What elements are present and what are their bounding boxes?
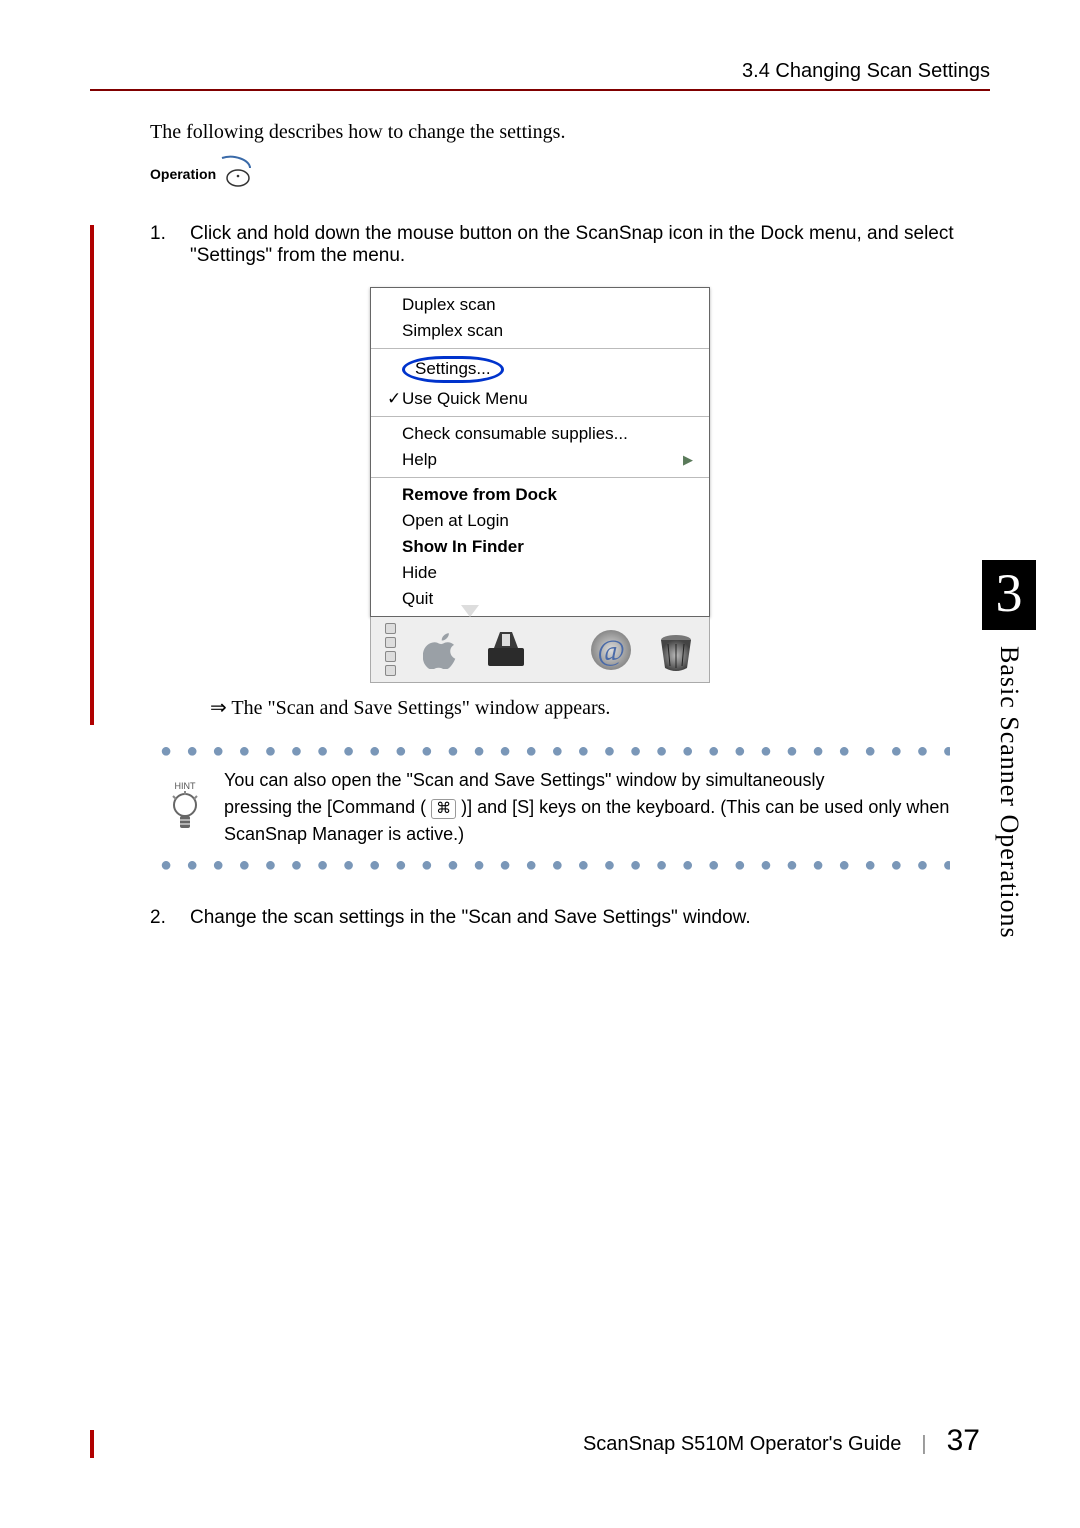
menu-item-hide[interactable]: Hide (371, 560, 709, 586)
intro-text: The following describes how to change th… (150, 121, 990, 144)
at-sign-dock-icon[interactable]: @ (586, 624, 637, 676)
menu-item-quit[interactable]: Quit (371, 586, 709, 612)
section-header: 3.4 Changing Scan Settings (90, 60, 990, 83)
page: 3.4 Changing Scan Settings The following… (0, 0, 1080, 1528)
footer-separator: | (921, 1433, 926, 1456)
dock-row: @ (370, 617, 710, 683)
menu-item-remove-dock[interactable]: Remove from Dock (371, 482, 709, 508)
hint-text: You can also open the "Scan and Save Set… (224, 767, 950, 848)
menu-item-consumable[interactable]: Check consumable supplies... (371, 421, 709, 447)
trash-dock-icon[interactable] (650, 624, 701, 676)
menu-item-help[interactable]: Help ▶ (371, 447, 709, 473)
operation-label: Operation (150, 166, 216, 182)
svg-text:@: @ (597, 634, 625, 667)
apple-logo-icon[interactable] (416, 624, 467, 676)
footer: ScanSnap S510M Operator's Guide | 37 (583, 1424, 980, 1458)
footer-change-bar (90, 1430, 94, 1458)
chapter-number: 3 (982, 560, 1036, 630)
step-2: 2. Change the scan settings in the "Scan… (150, 907, 990, 929)
step-number: 1. (150, 223, 170, 267)
dot-border-top: ●●●●●●●●●●●●●●●●●●●●●●●●●●●●●●●●●● (160, 740, 950, 763)
hint-bulb-icon: HINT (160, 767, 210, 848)
side-tab: 3 Basic Scanner Operations (982, 560, 1036, 939)
command-key-icon: ⌘ (431, 799, 456, 819)
menu-item-open-login[interactable]: Open at Login (371, 508, 709, 534)
chapter-label: Basic Scanner Operations (994, 646, 1024, 939)
footer-guide: ScanSnap S510M Operator's Guide (583, 1433, 901, 1456)
dock-menu-figure: Duplex scan Simplex scan Settings... ✓Us… (370, 287, 710, 683)
steps-list: 1. Click and hold down the mouse button … (150, 223, 990, 267)
menu-item-duplex[interactable]: Duplex scan (371, 292, 709, 318)
steps-list-2: 2. Change the scan settings in the "Scan… (150, 907, 990, 929)
step-text: Click and hold down the mouse button on … (190, 223, 990, 267)
dot-border-bottom: ●●●●●●●●●●●●●●●●●●●●●●●●●●●●●●●●●● (160, 854, 950, 877)
hint-block: ●●●●●●●●●●●●●●●●●●●●●●●●●●●●●●●●●● HINT … (160, 740, 950, 877)
submenu-arrow-icon: ▶ (683, 452, 693, 468)
step-number: 2. (150, 907, 170, 929)
swoosh-icon (220, 154, 254, 193)
context-menu: Duplex scan Simplex scan Settings... ✓Us… (370, 287, 710, 617)
menu-pointer-icon (461, 605, 479, 617)
menu-item-settings[interactable]: Settings... (371, 353, 709, 386)
operation-graphic: Operation (150, 154, 990, 193)
step-text: Change the scan settings in the "Scan an… (190, 907, 990, 929)
menu-item-quick-menu[interactable]: ✓Use Quick Menu (371, 386, 709, 412)
result-arrow-icon: ⇒ (210, 697, 231, 719)
result-line: ⇒ The "Scan and Save Settings" window ap… (210, 695, 990, 720)
scansnap-dock-icon[interactable] (481, 624, 532, 676)
menu-item-show-finder[interactable]: Show In Finder (371, 534, 709, 560)
step-1: 1. Click and hold down the mouse button … (150, 223, 990, 267)
page-number: 37 (947, 1424, 980, 1458)
header-rule (90, 89, 990, 91)
menu-item-simplex[interactable]: Simplex scan (371, 318, 709, 344)
finder-widgets-icon (379, 623, 402, 676)
left-change-bar (90, 225, 94, 725)
